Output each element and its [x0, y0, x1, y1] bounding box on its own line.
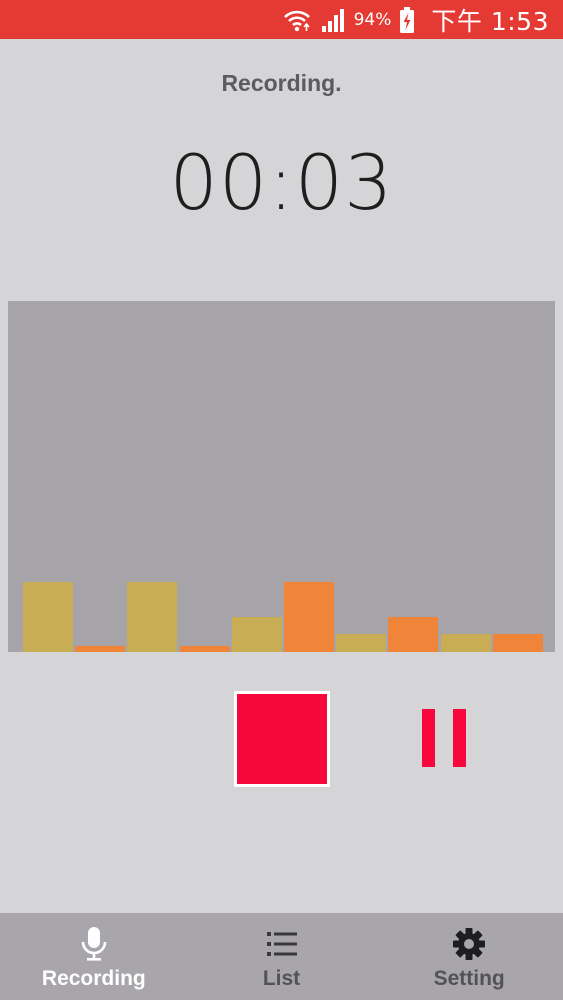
pause-icon	[422, 709, 435, 767]
nav-label-list: List	[262, 967, 301, 990]
list-icon	[266, 925, 298, 963]
gear-icon	[452, 925, 486, 963]
bottom-navigation: Recording List Setting	[0, 913, 563, 1000]
nav-label-recording: Recording	[41, 967, 146, 990]
nav-item-recording[interactable]: Recording	[0, 913, 188, 1000]
level-bar	[388, 617, 438, 652]
recorder-app: 94% 下午 1:53 Recording. 00:03 Recording L…	[0, 0, 563, 1000]
pause-button[interactable]	[422, 706, 466, 770]
recording-timer: 00:03	[169, 138, 394, 227]
level-bar	[75, 646, 125, 652]
battery-percentage: 94%	[353, 9, 392, 30]
microphone-icon	[80, 925, 108, 963]
recording-status-label: Recording.	[221, 70, 342, 96]
level-bar	[493, 634, 543, 652]
pause-icon-bar	[453, 709, 466, 767]
nav-item-list[interactable]: List	[188, 913, 376, 1000]
signal-icon	[320, 7, 346, 33]
audio-level-visualizer	[8, 301, 555, 652]
level-bar	[441, 634, 491, 652]
clock: 下午 1:53	[431, 6, 549, 36]
wifi-icon	[282, 6, 312, 34]
nav-label-setting: Setting	[433, 967, 505, 990]
level-bar	[336, 634, 386, 652]
nav-item-setting[interactable]: Setting	[375, 913, 563, 1000]
status-bar: 94% 下午 1:53	[0, 0, 563, 39]
level-bar	[232, 617, 282, 652]
level-bar	[180, 646, 230, 652]
stop-button[interactable]	[234, 691, 330, 787]
level-bar	[284, 582, 334, 652]
level-bar	[127, 582, 177, 652]
level-bar	[23, 582, 73, 652]
battery-charging-icon	[399, 6, 415, 34]
